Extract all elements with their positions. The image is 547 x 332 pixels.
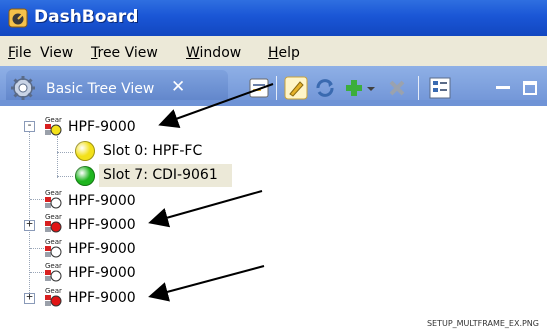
status-green-icon — [75, 166, 95, 186]
edit-icon[interactable] — [284, 76, 308, 100]
status-yellow-icon — [75, 141, 95, 161]
refresh-icon[interactable] — [313, 76, 337, 100]
toolbar-separator — [418, 76, 419, 100]
tree-connector — [57, 136, 58, 178]
tree-node-label[interactable]: Slot 0: HPF-FC — [103, 143, 202, 159]
menu-window[interactable]: Window — [186, 45, 241, 61]
device-tree — [0, 106, 547, 312]
tree-connector — [30, 272, 44, 273]
add-icon[interactable] — [342, 76, 366, 100]
tree-connector — [30, 248, 44, 249]
gear-badge-label: Gear — [45, 262, 62, 270]
tree-node-label[interactable]: HPF-9000 — [68, 290, 136, 306]
gear-device-icon: Gear — [44, 115, 62, 137]
collapse-toggle[interactable]: - — [24, 118, 35, 132]
tree-node-label[interactable]: HPF-9000 — [68, 265, 136, 281]
menu-tree-view[interactable]: Tree View — [91, 45, 158, 61]
tree-node-label[interactable]: HPF-9000 — [68, 119, 136, 135]
gear-badge-label: Gear — [45, 287, 62, 295]
dashboard-app-icon — [8, 8, 28, 28]
gear-badge-label: Gear — [45, 189, 62, 197]
title-bar[interactable]: DashBoard — [0, 0, 547, 36]
tree-connector — [57, 176, 73, 177]
tree-connector — [30, 199, 44, 200]
tree-node-label[interactable]: HPF-9000 — [68, 241, 136, 257]
minimize-icon[interactable] — [491, 76, 515, 100]
gear-device-icon: Gear — [44, 237, 62, 259]
delete-icon[interactable] — [385, 76, 409, 100]
menu-file[interactable]: File — [8, 45, 31, 61]
gear-badge-label: Gear — [45, 238, 62, 246]
window-title: DashBoard — [34, 7, 139, 27]
gear-device-icon: Gear — [44, 188, 62, 210]
tree-node-label[interactable]: HPF-9000 — [68, 217, 136, 233]
gear-device-icon: Gear — [44, 286, 62, 308]
expand-toggle[interactable]: + — [24, 217, 35, 231]
maximize-icon[interactable] — [518, 76, 542, 100]
menu-bar: File View Tree View Window Help — [0, 36, 547, 67]
tree-node-label[interactable]: Slot 7: CDI-9061 — [103, 167, 218, 183]
expand-toggle[interactable]: + — [24, 290, 35, 304]
gear-device-icon: Gear — [44, 261, 62, 283]
tree-connector — [57, 152, 73, 153]
menu-help[interactable]: Help — [268, 45, 300, 61]
close-icon[interactable]: ✕ — [171, 77, 185, 97]
tree-connector — [29, 129, 30, 299]
gear-badge-label: Gear — [45, 213, 62, 221]
image-caption: SETUP_MULTFRAME_EX.PNG — [426, 319, 539, 328]
gear-tab-icon — [11, 76, 35, 100]
toolbar-separator — [276, 76, 277, 100]
menu-view[interactable]: View — [40, 45, 73, 61]
gear-badge-label: Gear — [45, 116, 62, 124]
properties-icon[interactable] — [428, 76, 452, 100]
tab-label: Basic Tree View — [46, 81, 155, 97]
gear-device-icon: Gear — [44, 212, 62, 234]
collapse-all-icon[interactable] — [247, 76, 271, 100]
tree-node-label[interactable]: HPF-9000 — [68, 193, 136, 209]
dropdown-arrow-icon[interactable] — [364, 76, 378, 100]
